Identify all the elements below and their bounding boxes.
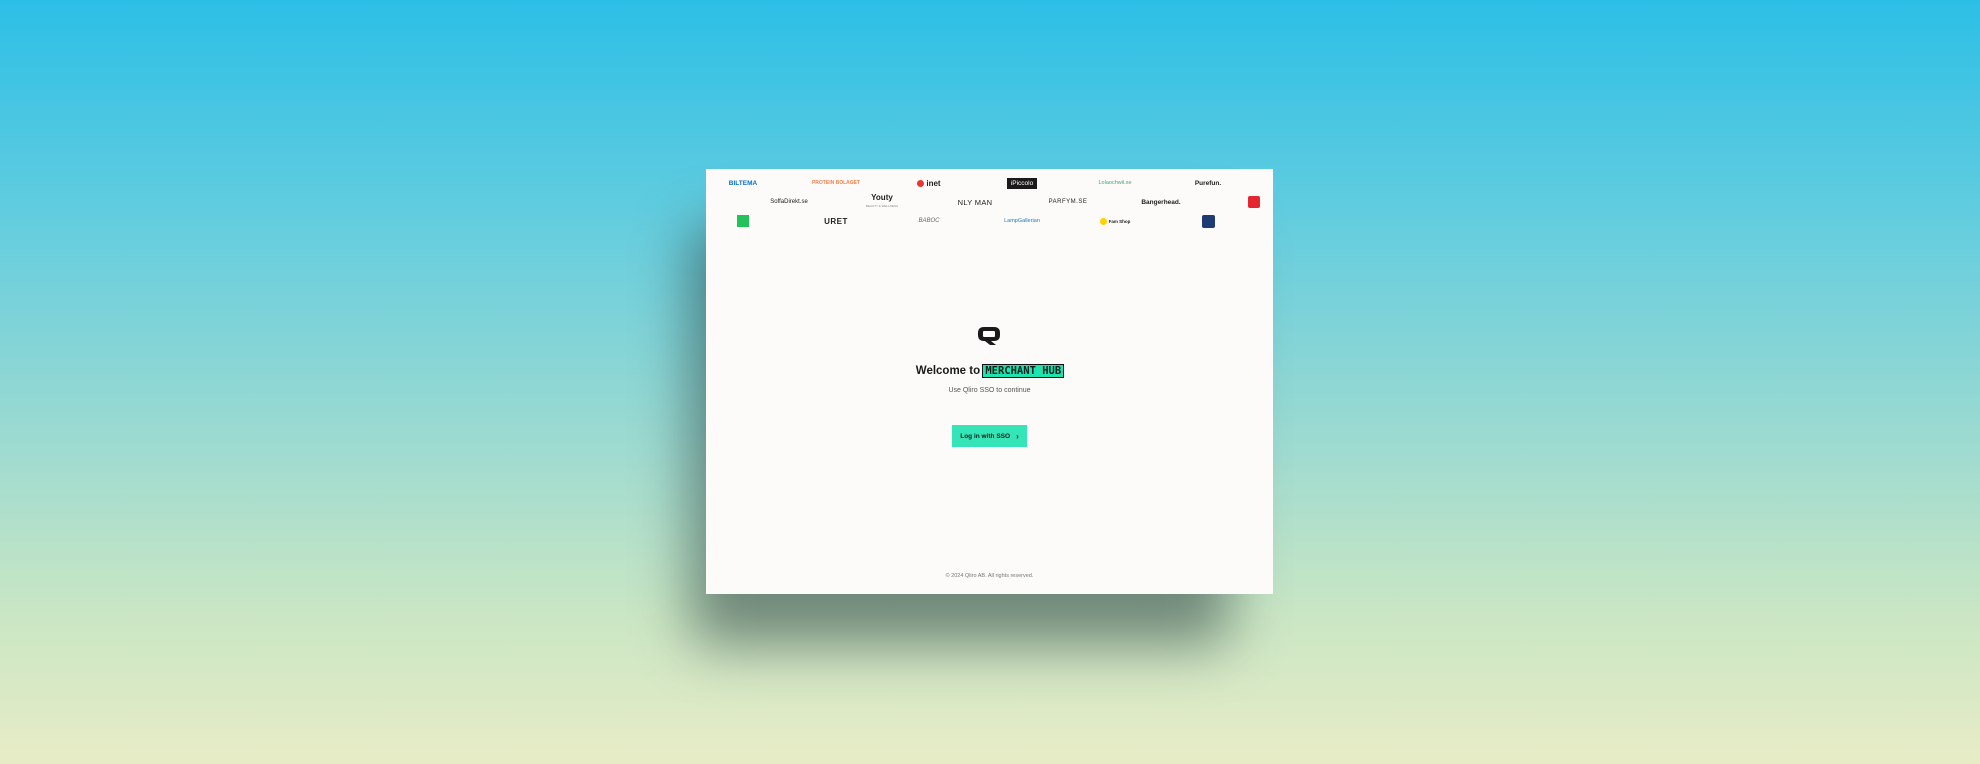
partner-logo-youty-tagline: BEAUTY & WELLNESS xyxy=(866,204,898,208)
partner-logo-lolaochwil: Lolaochwil.se xyxy=(1098,180,1132,186)
red-square-icon xyxy=(1248,196,1260,208)
qliro-logo-icon xyxy=(978,327,1000,345)
partner-logo-biltema: BILTEMA xyxy=(728,179,758,187)
partner-logos-row-2: SoffaDirekt.se Youty BEAUTY & WELLNESS N… xyxy=(706,193,1273,211)
navy-square-icon xyxy=(1201,214,1215,228)
partner-logo-bangerhead: Bangerhead. xyxy=(1141,198,1181,206)
partner-logo-youty: Youty BEAUTY & WELLNESS xyxy=(847,193,917,211)
login-with-sso-button[interactable]: Log in with SSO › xyxy=(952,425,1027,447)
partner-logo-parfym: PARFYM.SE xyxy=(1048,199,1088,205)
partner-logo-purefun: Purefun. xyxy=(1194,179,1222,187)
partner-logo-piccolo-text: iPiccolo xyxy=(1006,177,1038,189)
merchant-hub-badge: MERCHANT HUB xyxy=(982,364,1065,378)
welcome-subtitle: Use Qliro SSO to continue xyxy=(948,387,1031,394)
partner-logos-row-1: BILTEMA PROTEIN BOLAGET inet iPiccolo Lo… xyxy=(706,174,1273,192)
partner-logos-row-3: URET BABOC LampGallerian Fam Shop xyxy=(706,212,1273,230)
welcome-heading: Welcome to MERCHANT HUB xyxy=(706,364,1273,378)
partner-logo-uret: URET xyxy=(824,216,848,226)
partner-logo-red-icon xyxy=(1219,193,1273,211)
partner-logo-lampgallerian: LampGallerian xyxy=(1004,218,1040,224)
partner-logo-nly-man: NLY MAN xyxy=(957,197,993,207)
footer-copyright: © 2024 Qliro AB. All rights reserved. xyxy=(945,573,1034,579)
partner-logo-youty-text: Youty xyxy=(871,193,893,202)
login-card: BILTEMA PROTEIN BOLAGET inet iPiccolo Lo… xyxy=(706,169,1273,594)
login-with-sso-label: Log in with SSO xyxy=(960,432,1011,440)
partner-logo-green-icon xyxy=(708,212,778,230)
partner-logo-piccolo: iPiccolo xyxy=(987,174,1057,192)
welcome-prefix: Welcome to xyxy=(915,365,981,377)
chevron-right-icon: › xyxy=(1016,431,1019,441)
green-square-icon xyxy=(737,215,749,227)
partner-logo-fam-shop: Fam Shop xyxy=(1080,212,1150,230)
partner-logo-baboc: BABOC xyxy=(918,218,940,224)
partner-logo-protein-bolaget: PROTEIN BOLAGET xyxy=(811,179,861,186)
partner-logo-navy-icon xyxy=(1173,212,1243,230)
partner-logo-inet: inet xyxy=(894,174,964,192)
partner-logo-soffadirekt: SoffaDirekt.se xyxy=(770,199,808,205)
